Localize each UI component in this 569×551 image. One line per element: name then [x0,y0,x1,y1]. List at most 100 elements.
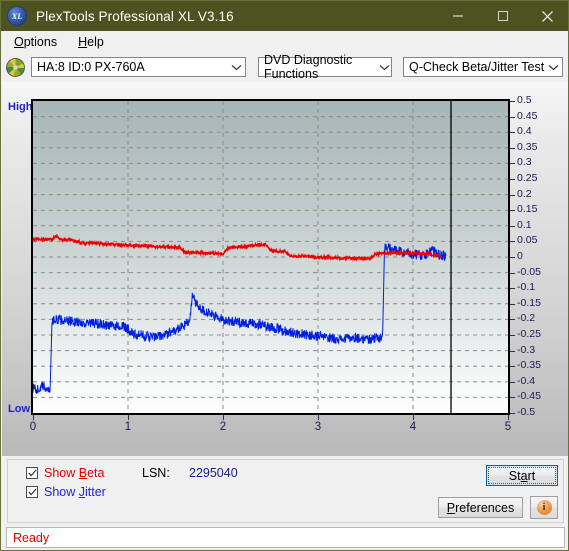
x-axis-tick-mark [413,415,414,420]
y-axis-tick-mark [510,101,515,102]
y-axis-tick-mark [510,210,515,212]
drive-select-value: HA:8 ID:0 PX-760A [37,60,145,74]
y-axis-tick-mark [510,397,515,399]
x-axis-tick-label: 4 [409,421,417,433]
prefs-mnemonic: P [446,500,456,515]
x-axis-tick-mark [318,415,319,420]
status-text: Ready [13,530,50,545]
chevron-down-icon [378,64,391,71]
y-axis-tick-mark [510,257,515,258]
y-axis-tick-mark [510,116,515,118]
show-beta-row[interactable]: Show Beta [26,466,104,480]
y-axis-tick-label: 0.4 [517,125,532,138]
show-jitter-row[interactable]: Show Jitter [26,485,106,499]
x-axis-tick-mark [33,415,34,420]
menu-item-help[interactable]: Help [69,33,113,51]
chart-panel: High Low 0.5 0.45 0.4 0.35 0.3 0.25 0.2 0.15 0.1… [2,82,568,456]
start-pre: St [508,468,521,483]
x-axis-tick-label: 2 [219,421,227,433]
x-axis-tick-mark [128,415,129,420]
menu-options-mnemonic: O [14,34,24,49]
y-axis-tick-label: 0 [517,250,523,262]
y-axis-tick-label: -0.05 [517,265,541,278]
start-post: rt [527,468,536,483]
plextools-window: XL PlexTools Professional XL V3.16 Optio… [0,0,569,551]
y-axis-tick-label: -0.35 [517,359,541,372]
info-button[interactable]: i [530,496,558,519]
y-axis-tick-label: 0.5 [517,94,532,106]
drive-select[interactable]: HA:8 ID:0 PX-760A [31,57,246,77]
start-button[interactable]: St a rt [486,465,558,486]
controls-panel: Show Beta Show Jitter LSN: 2295040 St a rt… [7,459,564,523]
menu-item-options[interactable]: Options [5,33,66,51]
start-mnemonic: a [520,468,528,483]
lsn-label: LSN: [142,466,170,480]
menu-help-rest: elp [87,34,104,49]
y-axis-tick-mark [510,335,515,336]
disc-icon [6,57,25,77]
window-buttons [435,1,568,31]
y-axis-tick-label: 0.45 [517,109,538,122]
x-axis-tick-label: 1 [124,421,132,433]
y-axis-tick-mark [510,381,515,383]
test-select[interactable]: Q-Check Beta/Jitter Test [403,57,563,77]
y-axis-tick-label: 0.25 [517,172,538,184]
y-axis-tick-mark [510,132,515,134]
y-axis-tick-label: 0.2 [517,187,532,200]
window-title: PlexTools Professional XL V3.16 [36,8,234,24]
y-axis-tick-mark [510,179,515,180]
show-jitter-post: itter [85,485,106,499]
x-axis-tick-label: 3 [314,421,322,433]
y-axis-tick-label: -0.3 [517,343,536,356]
plot-svg [33,101,508,413]
y-axis-tick-mark [510,413,515,414]
jitter-trace [33,242,447,394]
function-select-value: DVD Diagnostic Functions [264,53,353,81]
y-axis-tick-mark [510,288,515,290]
menu-options-rest: ptions [23,34,58,49]
info-icon: i [536,500,552,515]
show-beta-post: eta [87,466,105,480]
chevron-down-icon [545,64,562,71]
maximize-button[interactable] [480,1,525,31]
prefs-post: references [455,500,515,515]
chevron-down-icon [228,64,245,71]
show-jitter-pre: Show [44,485,79,499]
y-axis-tick-mark [510,350,515,352]
x-axis-tick-mark [223,415,224,420]
y-axis-tick-label: -0.45 [517,390,541,403]
y-axis-tick-label: -0.2 [517,312,536,325]
y-axis-tick-mark [510,225,515,227]
minimize-button[interactable] [435,1,480,31]
y-axis-tick-label: -0.15 [517,296,541,309]
axis-label-low: Low [8,403,30,415]
test-select-value: Q-Check Beta/Jitter Test [409,60,545,74]
menu-bar: Options Help [2,31,568,52]
y-axis-tick-mark [510,366,515,368]
x-axis-tick-mark [508,415,509,420]
show-jitter-label: Show Jitter [44,485,106,499]
close-button[interactable] [525,1,568,31]
show-jitter-checkbox[interactable] [26,486,38,498]
axis-label-high: High [8,101,33,113]
y-axis-tick-mark [510,194,515,196]
y-axis-tick-mark [510,147,515,149]
x-axis-tick-label: 0 [29,421,37,433]
function-select[interactable]: DVD Diagnostic Functions [258,53,392,81]
show-beta-checkbox[interactable] [26,467,38,479]
status-bar: Ready [6,527,565,548]
y-axis-tick-label: 0.35 [517,140,538,153]
app-logo-icon: XL [7,6,27,26]
y-axis-tick-label: 0.15 [517,203,538,216]
show-beta-pre: Show [44,466,79,480]
y-axis-tick-label: -0.4 [517,374,536,387]
y-axis-tick-mark [510,163,515,165]
y-axis-tick-mark [510,319,515,321]
lsn-value: 2295040 [189,466,238,480]
y-axis-tick-label: 0.1 [517,218,532,231]
y-axis-tick-label: -0.5 [517,406,536,418]
y-axis-tick-mark [510,241,515,243]
show-beta-mnemonic: B [78,466,88,480]
preferences-button[interactable]: Preferences [438,497,523,518]
x-axis-tick-label: 5 [504,421,512,433]
